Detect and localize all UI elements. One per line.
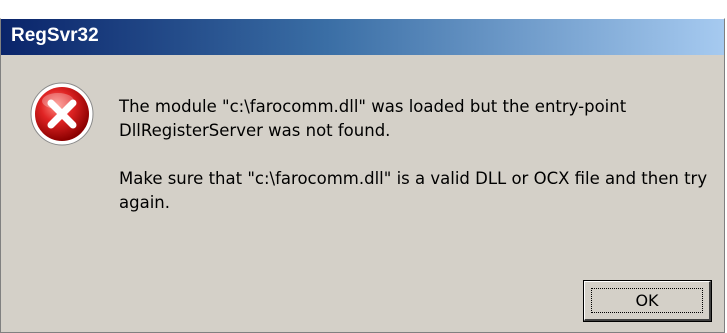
message-line-1: The module "c:\farocomm.dll" was loaded … <box>119 97 627 140</box>
error-icon <box>30 82 94 146</box>
error-dialog: RegSvr32 The module "c:\farocomm.dll" wa… <box>0 18 725 333</box>
title-bar[interactable]: RegSvr32 <box>1 19 724 55</box>
message-line-2: Make sure that "c:\farocomm.dll" is a va… <box>119 169 708 212</box>
ok-button-label: OK <box>635 291 659 310</box>
message-text: The module "c:\farocomm.dll" was loaded … <box>119 95 709 239</box>
dialog-title: RegSvr32 <box>11 25 99 46</box>
ok-button[interactable]: OK <box>583 280 712 322</box>
cropped-background-strip <box>0 0 727 18</box>
